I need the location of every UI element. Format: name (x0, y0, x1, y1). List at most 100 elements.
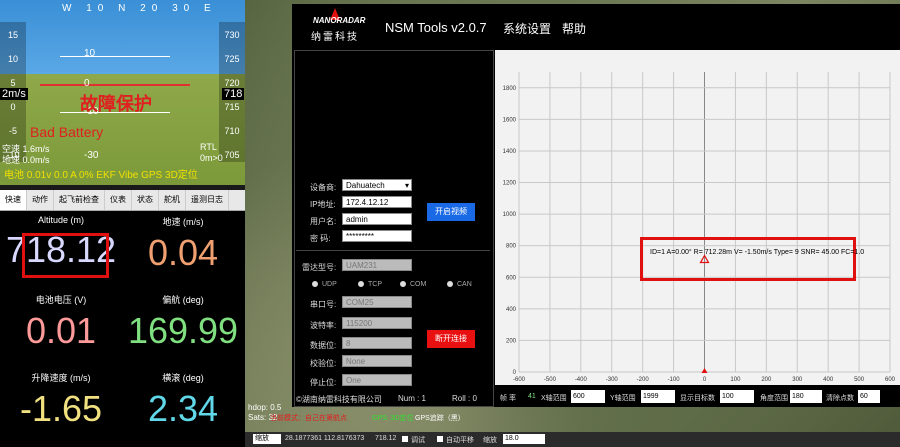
company-text: ©湖南纳雷科技有限公司 (296, 395, 382, 404)
quick-cell-climb[interactable]: 升降速度 (m/s) -1.65 (0, 367, 122, 430)
x-range-input[interactable]: 600 (571, 390, 605, 403)
gps-status: GPS: 3D定位 (372, 415, 414, 422)
heading-label: E (203, 3, 217, 14)
altitude-tape-label: 705 (224, 150, 240, 160)
stopbits-input[interactable]: One (342, 374, 412, 386)
y-tick-label: 400 (506, 307, 517, 313)
port-label: 串口号: (310, 300, 337, 309)
radio-label: UDP (322, 281, 337, 288)
zoom-combo[interactable]: 缩放 (253, 434, 281, 444)
quick-cell-roll[interactable]: 横滚 (deg) 2.34 (122, 367, 244, 430)
heading-label: N (118, 3, 132, 14)
y-tick-label: 600 (506, 275, 517, 281)
tab-status[interactable]: 状态 (132, 190, 159, 210)
connection-pane (294, 50, 494, 407)
y-tick-label: 1600 (503, 117, 517, 123)
debug-checkbox[interactable]: 调试 (402, 435, 425, 445)
user-input[interactable]: admin (342, 213, 412, 225)
baud-label: 波特率: (310, 321, 337, 330)
groundspeed-text: 地速 0.0m/s (2, 155, 50, 165)
roll-text: Roll : 0 (452, 394, 477, 403)
tab-gauges[interactable]: 仪表 (105, 190, 132, 210)
y-range-input[interactable]: 1999 (641, 390, 675, 403)
device-value: Dahuatech (346, 181, 385, 190)
tab-servo[interactable]: 舵机 (159, 190, 186, 210)
radio-can[interactable]: CAN (447, 281, 472, 288)
open-video-button[interactable]: 开启视频 (427, 203, 475, 221)
target-info: ID=1 A=0.00° R= 712.28m V= -1.50m/s Type… (650, 249, 865, 256)
auto-pan-label: 自动平移 (446, 437, 474, 444)
stopbits-label: 停止位: (310, 378, 337, 387)
ip-input[interactable]: 172.4.12.12 (342, 196, 412, 208)
speed-tape-label: 5 (10, 78, 16, 88)
quick-cell-groundspeed[interactable]: 地速 (m/s) 0.04 (122, 211, 244, 274)
tab-preflight[interactable]: 起飞前检查 (54, 190, 105, 210)
home-distance: 0m>0 (200, 153, 223, 163)
quick-label: 地速 (m/s) (162, 217, 204, 227)
altitude-tape-label: 720 (224, 78, 240, 88)
zoom-input[interactable]: 18.0 (503, 434, 545, 444)
password-input[interactable]: ********* (342, 230, 412, 242)
pitch-label: 0 (84, 78, 90, 89)
y-tick-label: 1400 (503, 149, 517, 155)
menu-settings[interactable]: 系统设置 (503, 20, 551, 37)
x-tick-label: -100 (668, 377, 681, 383)
databits-input[interactable]: 8 (342, 337, 412, 349)
parity-input[interactable]: None (342, 355, 412, 367)
pitch-line (60, 56, 170, 57)
speed-tape-label: 10 (7, 54, 18, 64)
frame-value: 41 (528, 393, 536, 400)
radar-label: 雷达型号: (302, 263, 337, 272)
gps-track-text: GPS追踪（黑） (415, 415, 465, 422)
clear-input[interactable]: 60 (858, 390, 880, 403)
altitude-readout: 718 (222, 88, 245, 100)
menu-help[interactable]: 帮助 (562, 20, 586, 37)
x-tick-label: -600 (513, 377, 526, 383)
num-text: Num : 1 (398, 394, 427, 403)
baud-input[interactable]: 115200 (342, 317, 412, 329)
quick-label: 电池电压 (V) (35, 295, 87, 305)
port-input[interactable]: COM25 (342, 296, 412, 308)
quick-cell-yaw[interactable]: 偏航 (deg) 169.99 (122, 289, 244, 352)
targets-input[interactable]: 100 (720, 390, 754, 403)
quick-value: -1.65 (19, 388, 103, 429)
radio-label: COM (410, 281, 427, 288)
tab-quick[interactable]: 快速 (0, 190, 27, 210)
device-select[interactable]: Dahuatech ▾ (342, 179, 412, 191)
divider (296, 250, 490, 251)
disconnect-button[interactable]: 断开连接 (427, 330, 475, 348)
x-tick-label: 400 (823, 377, 834, 383)
tab-telemetry-logs[interactable]: 遥测日志 (186, 190, 229, 210)
quick-value: 0.01 (25, 310, 97, 351)
bad-battery-text: Bad Battery (30, 124, 104, 140)
pitch-label: 10 (84, 48, 96, 59)
quick-cell-voltage[interactable]: 电池电压 (V) 0.01 (0, 289, 122, 352)
parity-label: 校验位: (310, 359, 337, 368)
y-range-label: Y轴范围 (610, 395, 636, 402)
targets-label: 显示目标数 (680, 395, 715, 402)
radar-model-input[interactable]: UAM231 (342, 259, 412, 271)
mode-text: RTL (200, 142, 217, 152)
radio-com[interactable]: COM (400, 281, 426, 288)
altitude-tape-label: 730 (224, 30, 240, 40)
tab-actions[interactable]: 动作 (27, 190, 54, 210)
hud: 15 10 5 0 -5 -10 730 725 720 715 710 705 2m/s 718 … (0, 0, 245, 185)
heading-label: 30 (172, 3, 196, 14)
x-tick-label: 500 (854, 377, 865, 383)
speed-tape-label: -5 (8, 126, 17, 136)
quick-label: 偏航 (deg) (162, 295, 204, 305)
angle-input[interactable]: 180 (790, 390, 822, 403)
ip-label: IP地址: (310, 200, 336, 209)
altitude-tape-label: 715 (224, 102, 240, 112)
radar-plot[interactable]: -600 -500 -400 -300 -200 -100 0 100 200 300 400 500… (495, 50, 900, 385)
auto-pan-checkbox[interactable]: 自动平移 (437, 435, 474, 445)
radio-tcp[interactable]: TCP (358, 281, 382, 288)
heading-strip: W 10 N 20 30 E (62, 3, 217, 14)
radio-label: CAN (457, 281, 472, 288)
checkbox-icon (437, 436, 443, 442)
radio-label: TCP (368, 281, 382, 288)
radio-udp[interactable]: UDP (312, 281, 337, 288)
quick-label: Altitude (m) (37, 215, 84, 225)
heading-label: 20 (140, 3, 164, 14)
y-tick-label: 1000 (503, 212, 517, 218)
